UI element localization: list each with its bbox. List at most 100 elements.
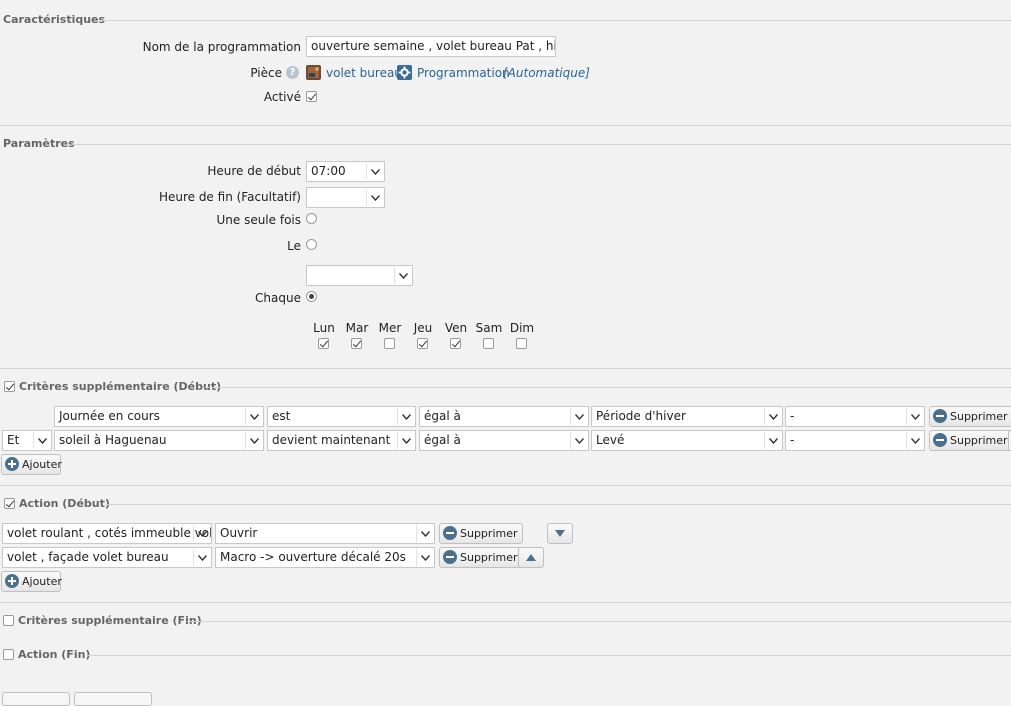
- action-command-select[interactable]: Macro -> ouverture décalé 20s: [215, 547, 435, 568]
- chevron-down-icon: [906, 408, 923, 425]
- conjunction-select[interactable]: Et: [2, 430, 52, 451]
- active-label: Activé: [263, 90, 301, 104]
- action-delete-button-label: Supprimer: [460, 527, 518, 540]
- chevron-down-icon: [397, 432, 414, 449]
- criteria-operator-select[interactable]: égal à: [419, 406, 589, 427]
- minus-circle-icon: [443, 550, 457, 564]
- day-label: Mar: [345, 321, 369, 335]
- on-date-label: Le: [287, 239, 301, 253]
- minus-circle-icon: [443, 526, 457, 540]
- action-command-select-value: Ouvrir: [220, 526, 258, 540]
- section-divider: [0, 368, 1011, 369]
- criteria-end-checkbox[interactable]: [3, 615, 14, 626]
- action-delete-button[interactable]: Supprimer: [439, 547, 523, 568]
- criteria-operator-select-value: égal à: [424, 409, 461, 423]
- action-end-checkbox[interactable]: [3, 649, 14, 660]
- action-device-select-value: volet , façade volet bureau: [7, 550, 169, 564]
- end-time-select[interactable]: [306, 187, 385, 208]
- day-label: Lun: [313, 321, 335, 335]
- criteria-subject-select-value: soleil à Haguenau: [59, 433, 167, 447]
- criteria-extra-select[interactable]: -: [785, 430, 925, 451]
- chevron-down-icon: [245, 432, 262, 449]
- criteria-add-button[interactable]: Ajouter: [1, 454, 62, 475]
- action-start-checkbox[interactable]: [4, 498, 15, 509]
- minus-circle-icon: [933, 433, 947, 447]
- chevron-down-icon: [245, 408, 262, 425]
- day-checkbox[interactable]: [318, 338, 329, 349]
- section-caracteristiques-legend: Caractéristiques: [3, 13, 106, 26]
- action-device-select-value: volet roulant , cotés immeuble vol: [7, 526, 212, 540]
- day-label: Sam: [475, 321, 503, 335]
- start-time-label: Heure de début: [207, 164, 301, 178]
- criteria-value-select[interactable]: Levé: [591, 430, 783, 451]
- once-radio[interactable]: [306, 213, 317, 224]
- criteria-verb-select-value: devient maintenant: [272, 433, 391, 447]
- section-parametres-legend: Paramètres: [3, 137, 75, 150]
- criteria-extra-select-value: -: [790, 433, 795, 447]
- date-select[interactable]: [306, 265, 413, 286]
- programmation-link[interactable]: Programmation: [417, 66, 510, 80]
- chevron-down-icon: [193, 549, 210, 566]
- day-checkbox[interactable]: [351, 338, 362, 349]
- day-label: Mer: [378, 321, 402, 335]
- triangle-up-icon: [526, 554, 536, 561]
- on-date-radio[interactable]: [306, 239, 317, 250]
- action-device-select[interactable]: volet roulant , cotés immeuble vol: [2, 523, 212, 544]
- section-divider: [205, 387, 1011, 388]
- room-link[interactable]: volet bureau: [326, 66, 402, 80]
- chevron-down-icon: [764, 408, 781, 425]
- plus-circle-icon: [5, 457, 19, 471]
- day-checkbox[interactable]: [516, 338, 527, 349]
- criteria-value-select-value: Levé: [596, 433, 625, 447]
- minus-circle-icon: [933, 409, 947, 423]
- chevron-down-icon: [397, 408, 414, 425]
- every-label: Chaque: [255, 291, 301, 305]
- move-up-button[interactable]: [518, 547, 544, 568]
- name-label: Nom de la programmation: [142, 40, 301, 54]
- action-delete-button[interactable]: Supprimer: [439, 523, 523, 544]
- action-delete-button-label: Supprimer: [460, 551, 518, 564]
- action-add-button[interactable]: Ajouter: [1, 571, 62, 592]
- every-radio[interactable]: [306, 291, 317, 302]
- criteria-value-select-value: Période d'hiver: [596, 409, 686, 423]
- criteria-operator-select[interactable]: égal à: [419, 430, 589, 451]
- action-device-select[interactable]: volet , façade volet bureau: [2, 547, 212, 568]
- day-label: Ven: [444, 321, 468, 335]
- bottom-button-1[interactable]: [2, 692, 70, 706]
- bottom-button-2[interactable]: [74, 692, 152, 706]
- criteria-verb-select[interactable]: est: [267, 406, 416, 427]
- day-checkbox[interactable]: [483, 338, 494, 349]
- day-checkbox[interactable]: [450, 338, 461, 349]
- chevron-down-icon: [366, 163, 383, 180]
- plus-circle-icon: [5, 574, 19, 588]
- day-checkbox[interactable]: [384, 338, 395, 349]
- section-divider: [72, 144, 1011, 145]
- start-time-select[interactable]: 07:00: [306, 161, 385, 182]
- criteria-subject-select[interactable]: Journée en cours: [54, 406, 264, 427]
- section-criteria-start-legend: Critères supplémentaire (Début): [19, 380, 222, 393]
- criteria-delete-button[interactable]: Supprimer: [929, 430, 1011, 451]
- criteria-delete-button[interactable]: Supprimer: [929, 406, 1011, 427]
- chevron-down-icon: [193, 525, 210, 542]
- action-command-select[interactable]: Ouvrir: [215, 523, 435, 544]
- help-icon[interactable]: ?: [286, 66, 299, 79]
- criteria-start-checkbox[interactable]: [4, 381, 15, 392]
- chevron-down-icon: [394, 267, 411, 284]
- criteria-subject-select[interactable]: soleil à Haguenau: [54, 430, 264, 451]
- day-checkbox[interactable]: [417, 338, 428, 349]
- criteria-verb-select[interactable]: devient maintenant: [267, 430, 416, 451]
- section-divider: [100, 20, 1011, 21]
- once-label: Une seule fois: [216, 213, 301, 227]
- criteria-extra-select-value: -: [790, 409, 795, 423]
- section-divider: [106, 504, 1011, 505]
- action-add-label: Ajouter: [22, 575, 62, 588]
- criteria-extra-select[interactable]: -: [785, 406, 925, 427]
- section-divider: [88, 655, 1011, 656]
- chevron-down-icon: [366, 189, 383, 206]
- action-command-select-value: Macro -> ouverture décalé 20s: [220, 550, 406, 564]
- chevron-down-icon: [764, 432, 781, 449]
- active-checkbox[interactable]: [306, 91, 317, 102]
- criteria-value-select[interactable]: Période d'hiver: [591, 406, 783, 427]
- name-input[interactable]: ouverture semaine , volet bureau Pat , h…: [306, 36, 556, 57]
- move-down-button[interactable]: [547, 523, 573, 544]
